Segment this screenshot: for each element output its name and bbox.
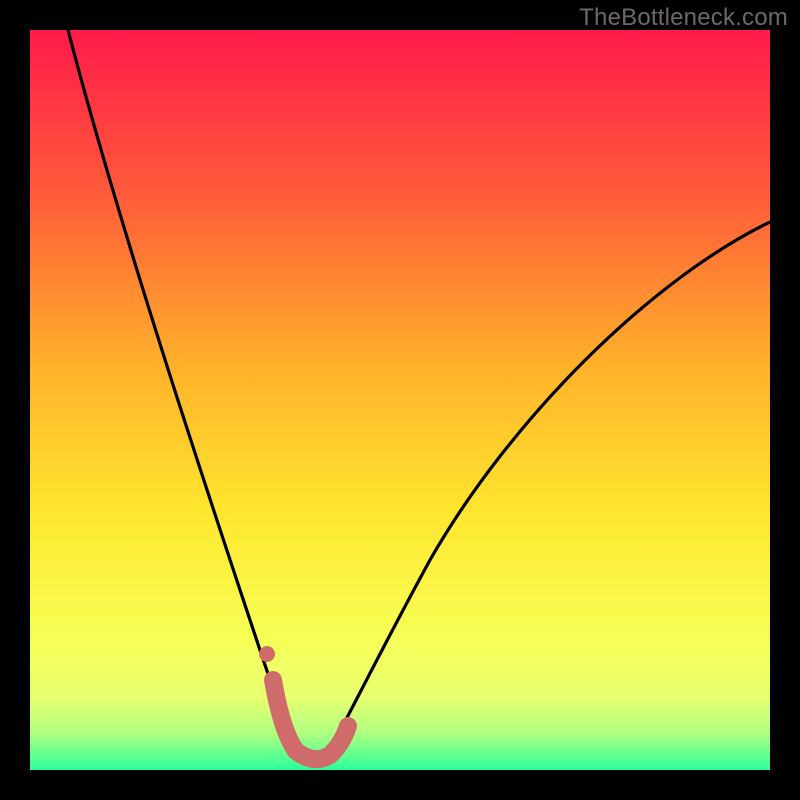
curve-right xyxy=(323,222,770,760)
watermark-text: TheBottleneck.com xyxy=(579,4,788,32)
bottleneck-curve xyxy=(30,30,770,770)
valley-marker-stroke xyxy=(273,680,348,759)
lone-marker-dot xyxy=(259,646,275,662)
plot-frame xyxy=(30,30,770,770)
